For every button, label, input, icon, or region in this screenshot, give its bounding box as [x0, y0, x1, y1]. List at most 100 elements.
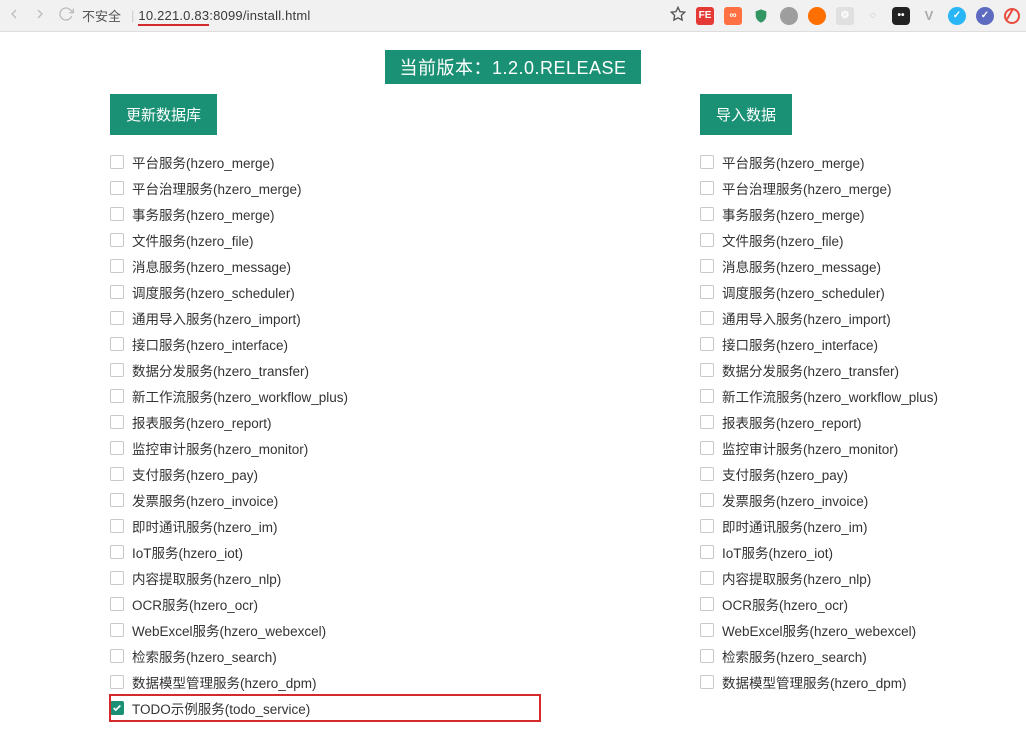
ext-circle-gray-icon[interactable] [780, 7, 798, 25]
checkbox-label[interactable]: 平台服务(hzero_merge) [722, 152, 865, 172]
checkbox-label[interactable]: 消息服务(hzero_message) [132, 256, 291, 276]
checkbox[interactable] [110, 441, 124, 455]
checkbox[interactable] [700, 311, 714, 325]
checkbox[interactable] [110, 649, 124, 663]
checkbox[interactable] [700, 207, 714, 221]
ext-ring-icon[interactable] [1004, 8, 1020, 24]
checkbox-label[interactable]: 数据分发服务(hzero_transfer) [722, 360, 899, 380]
ext-shield-icon[interactable] [752, 7, 770, 25]
checkbox[interactable] [700, 363, 714, 377]
checkbox-label[interactable]: 发票服务(hzero_invoice) [722, 490, 868, 510]
checkbox[interactable] [110, 701, 124, 715]
checkbox-label[interactable]: 数据分发服务(hzero_transfer) [132, 360, 309, 380]
ext-gear-icon[interactable]: ⚙ [836, 7, 854, 25]
checkbox-label[interactable]: 支付服务(hzero_pay) [132, 464, 258, 484]
checkbox-label[interactable]: 报表服务(hzero_report) [722, 412, 862, 432]
ext-circle-orange-icon[interactable] [808, 7, 826, 25]
forward-icon[interactable] [32, 6, 48, 25]
checkbox-label[interactable]: OCR服务(hzero_ocr) [722, 594, 848, 614]
ext-purple-icon[interactable]: ✓ [976, 7, 994, 25]
checkbox[interactable] [700, 389, 714, 403]
checkbox[interactable] [110, 415, 124, 429]
checkbox-label[interactable]: WebExcel服务(hzero_webexcel) [722, 620, 916, 640]
checkbox[interactable] [110, 207, 124, 221]
checkbox-label[interactable]: WebExcel服务(hzero_webexcel) [132, 620, 326, 640]
checkbox-label[interactable]: 新工作流服务(hzero_workflow_plus) [722, 386, 938, 406]
checkbox[interactable] [700, 571, 714, 585]
checkbox-label[interactable]: 报表服务(hzero_report) [132, 412, 272, 432]
checkbox-label[interactable]: IoT服务(hzero_iot) [722, 542, 833, 562]
checkbox[interactable] [110, 571, 124, 585]
checkbox-label[interactable]: 检索服务(hzero_search) [722, 646, 867, 666]
checkbox-label[interactable]: 调度服务(hzero_scheduler) [132, 282, 295, 302]
checkbox[interactable] [110, 493, 124, 507]
checkbox[interactable] [110, 155, 124, 169]
checkbox[interactable] [110, 181, 124, 195]
checkbox-label[interactable]: 监控审计服务(hzero_monitor) [132, 438, 308, 458]
checkbox-label[interactable]: 通用导入服务(hzero_import) [722, 308, 891, 328]
checkbox-label[interactable]: 即时通讯服务(hzero_im) [722, 516, 868, 536]
checkbox-label[interactable]: 消息服务(hzero_message) [722, 256, 881, 276]
checkbox-label[interactable]: 检索服务(hzero_search) [132, 646, 277, 666]
url-field[interactable]: 10.221.0.83:8099/install.html [138, 8, 310, 23]
checkbox-label[interactable]: TODO示例服务(todo_service) [132, 698, 310, 718]
checkbox[interactable] [110, 623, 124, 637]
checkbox[interactable] [110, 519, 124, 533]
checkbox-label[interactable]: 数据模型管理服务(hzero_dpm) [132, 672, 317, 692]
checkbox[interactable] [700, 467, 714, 481]
checkbox[interactable] [700, 519, 714, 533]
checkbox[interactable] [700, 181, 714, 195]
checkbox[interactable] [110, 311, 124, 325]
checkbox-label[interactable]: 调度服务(hzero_scheduler) [722, 282, 885, 302]
checkbox[interactable] [110, 337, 124, 351]
checkbox[interactable] [110, 363, 124, 377]
checkbox[interactable] [700, 675, 714, 689]
ext-blue-icon[interactable]: ✓ [948, 7, 966, 25]
checkbox-label[interactable]: 平台服务(hzero_merge) [132, 152, 275, 172]
checkbox[interactable] [700, 545, 714, 559]
checkbox-label[interactable]: 文件服务(hzero_file) [132, 230, 254, 250]
import-data-button[interactable]: 导入数据 [700, 94, 792, 135]
checkbox[interactable] [700, 649, 714, 663]
checkbox-label[interactable]: 内容提取服务(hzero_nlp) [132, 568, 281, 588]
checkbox-label[interactable]: IoT服务(hzero_iot) [132, 542, 243, 562]
checkbox-label[interactable]: 接口服务(hzero_interface) [132, 334, 288, 354]
ext-dots-icon[interactable]: ◌ [864, 7, 882, 25]
checkbox-label[interactable]: 通用导入服务(hzero_import) [132, 308, 301, 328]
checkbox[interactable] [700, 285, 714, 299]
checkbox[interactable] [700, 441, 714, 455]
checkbox[interactable] [700, 597, 714, 611]
checkbox-label[interactable]: 数据模型管理服务(hzero_dpm) [722, 672, 907, 692]
checkbox-label[interactable]: 平台治理服务(hzero_merge) [132, 178, 302, 198]
checkbox[interactable] [110, 285, 124, 299]
checkbox[interactable] [700, 155, 714, 169]
back-icon[interactable] [6, 6, 22, 25]
ext-infinity-icon[interactable]: ∞ [724, 7, 742, 25]
checkbox-label[interactable]: 事务服务(hzero_merge) [722, 204, 865, 224]
checkbox[interactable] [110, 233, 124, 247]
checkbox[interactable] [110, 259, 124, 273]
checkbox[interactable] [700, 233, 714, 247]
checkbox-label[interactable]: OCR服务(hzero_ocr) [132, 594, 258, 614]
checkbox[interactable] [700, 623, 714, 637]
update-db-button[interactable]: 更新数据库 [110, 94, 217, 135]
bookmark-star-icon[interactable] [670, 6, 686, 25]
checkbox-label[interactable]: 新工作流服务(hzero_workflow_plus) [132, 386, 348, 406]
checkbox[interactable] [110, 467, 124, 481]
ext-panda-icon[interactable]: •• [892, 7, 910, 25]
reload-icon[interactable] [58, 6, 74, 25]
checkbox[interactable] [700, 415, 714, 429]
checkbox-label[interactable]: 平台治理服务(hzero_merge) [722, 178, 892, 198]
checkbox-label[interactable]: 事务服务(hzero_merge) [132, 204, 275, 224]
checkbox[interactable] [110, 675, 124, 689]
ext-v-icon[interactable]: V [920, 7, 938, 25]
checkbox[interactable] [700, 259, 714, 273]
checkbox-label[interactable]: 接口服务(hzero_interface) [722, 334, 878, 354]
checkbox[interactable] [700, 493, 714, 507]
checkbox-label[interactable]: 即时通讯服务(hzero_im) [132, 516, 278, 536]
checkbox[interactable] [110, 597, 124, 611]
checkbox-label[interactable]: 支付服务(hzero_pay) [722, 464, 848, 484]
checkbox[interactable] [110, 545, 124, 559]
checkbox-label[interactable]: 内容提取服务(hzero_nlp) [722, 568, 871, 588]
checkbox-label[interactable]: 文件服务(hzero_file) [722, 230, 844, 250]
